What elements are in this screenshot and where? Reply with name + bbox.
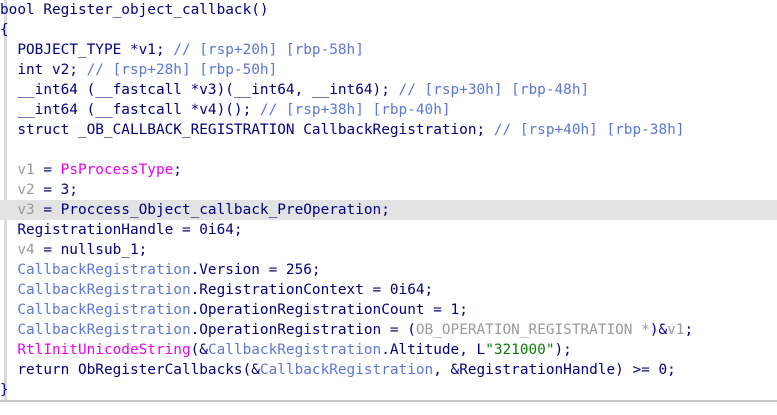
code-line[interactable] [0,140,777,160]
code-token: PsProcessType [60,162,174,178]
bottom-border [0,400,777,402]
code-line[interactable]: CallbackRegistration.RegistrationContext… [0,280,777,300]
code-token: // [rsp+28h] [rbp-50h] [86,62,278,78]
code-token: .Version = 256; [190,262,321,278]
code-token: v1 [667,322,685,338]
code-token: CallbackRegistration [207,342,382,358]
code-token: CallbackRegistration [0,262,191,278]
code-token: // [rsp+30h] [rbp-48h] [398,82,590,98]
code-token: ; [684,322,694,338]
code-line[interactable]: struct _OB_CALLBACK_REGISTRATION Callbac… [0,120,777,140]
code-line[interactable]: RegistrationHandle = 0i64; [0,220,777,240]
code-token: ); [554,342,572,358]
code-token: ; [173,162,182,178]
code-token: } [0,382,9,398]
code-line[interactable]: __int64 (__fastcall *v3)(__int64, __int6… [0,80,777,100]
code-line[interactable]: } [0,380,777,400]
code-token: // [rsp+20h] [rbp-58h] [173,42,364,58]
code-line[interactable]: __int64 (__fastcall *v4)(); // [rsp+38h]… [0,100,777,120]
code-line[interactable]: RtlInitUnicodeString(&CallbackRegistrati… [0,340,777,360]
code-line[interactable]: v3 = Proccess_Object_callback_PreOperati… [0,200,777,220]
code-token: , &RegistrationHandle) >= 0; [433,362,676,378]
pseudocode-view[interactable]: bool Register_object_callback() { POBJECT… [0,0,777,415]
code-token: // [rsp+38h] [rbp-40h] [259,102,451,118]
code-token: __int64 (__fastcall *v3)(__int64, __int6… [0,82,399,98]
code-token: = [34,162,61,178]
code-token: "321000" [485,342,555,358]
code-token: CallbackRegistration [0,282,191,298]
code-line[interactable]: v4 = nullsub_1; [0,240,777,260]
code-token: v3 [0,202,35,218]
code-token: .OperationRegistration = ( [190,322,416,338]
code-token: )& [649,322,668,338]
code-line[interactable]: int v2; // [rsp+28h] [rbp-50h] [0,60,777,80]
code-line[interactable]: CallbackRegistration.Version = 256; [0,260,777,280]
code-token: CallbackRegistration [0,302,191,318]
code-line[interactable]: CallbackRegistration.OperationRegistrati… [0,300,777,320]
code-token: .Altitude, L [381,342,486,358]
code-line[interactable]: v2 = 3; [0,180,777,200]
code-token: { [0,22,9,38]
code-token: (& [190,342,208,358]
code-token: = 3; [34,182,78,198]
code-token: CallbackRegistration [0,322,191,338]
code-token: RegistrationHandle = 0i64; [0,222,243,238]
code-token: CallbackRegistration [259,362,434,378]
code-token: struct _OB_CALLBACK_REGISTRATION Callbac… [0,122,494,138]
code-line[interactable]: { [0,20,777,40]
code-token: return ObRegisterCallbacks(& [0,362,260,378]
code-token: // [rsp+40h] [rbp-38h] [493,122,685,138]
code-token: int v2; [0,62,87,78]
code-token: RtlInitUnicodeString [0,342,191,358]
code-token: OB_OPERATION_REGISTRATION * [415,322,650,338]
code-line[interactable]: bool Register_object_callback() [0,0,777,20]
code-token: v1 [0,162,35,178]
code-token: __int64 (__fastcall *v4)(); [0,102,260,118]
code-line[interactable]: POBJECT_TYPE *v1; // [rsp+20h] [rbp-58h] [0,40,777,60]
code-token: = Proccess_Object_callback_PreOperation; [34,202,390,218]
code-token: .OperationRegistrationCount = 1; [190,302,468,318]
code-token: .RegistrationContext = 0i64; [190,282,434,298]
code-token: v4 [0,242,35,258]
code-token: = nullsub_1; [34,242,148,258]
code-line[interactable]: CallbackRegistration.OperationRegistrati… [0,320,777,340]
code-token: bool Register_object_callback() [0,2,269,18]
code-line[interactable]: v1 = PsProcessType; [0,160,777,180]
code-token: POBJECT_TYPE *v1; [0,42,174,58]
code-token: v2 [0,182,35,198]
code-line[interactable]: return ObRegisterCallbacks(&CallbackRegi… [0,360,777,380]
